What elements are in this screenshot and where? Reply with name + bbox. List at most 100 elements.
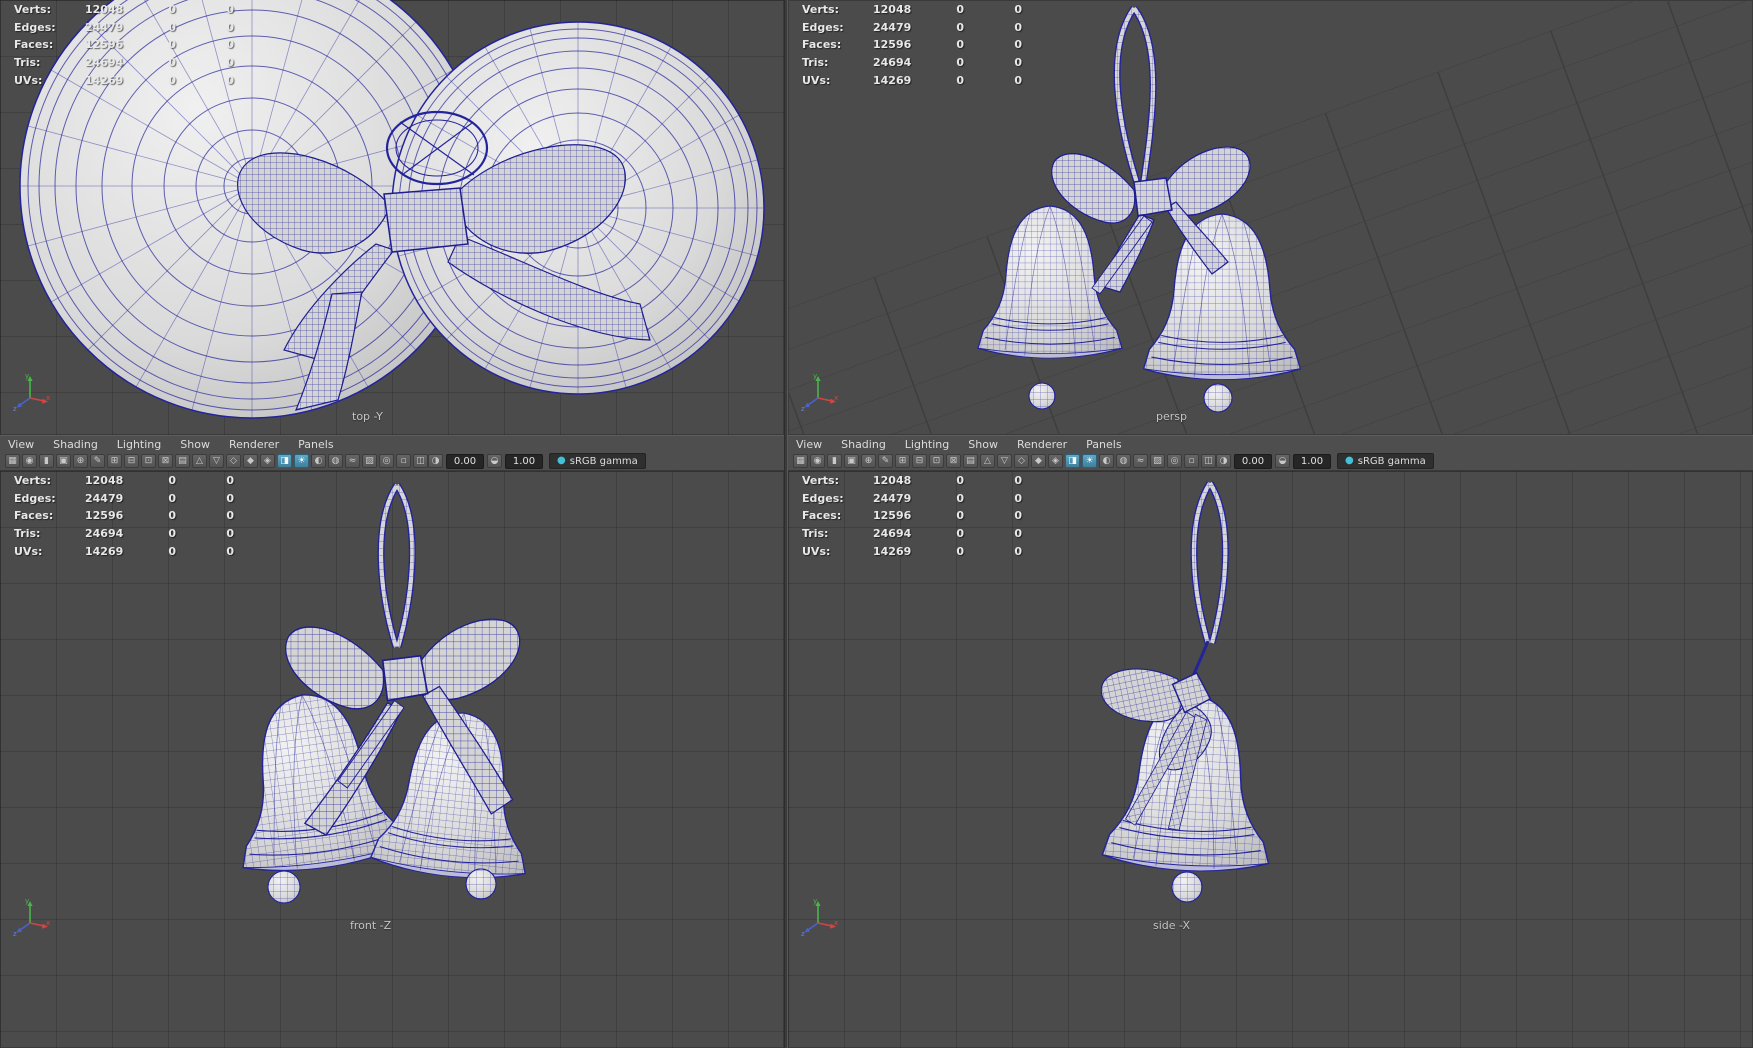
shaded-display-icon[interactable]: ◆ [1031,454,1046,468]
viewport-side-ortho[interactable]: Verts: 12048 0 0 Edges: 24479 0 0 Faces:… [788,471,1753,1048]
gate-mask-icon[interactable]: ⊠ [946,454,961,468]
hud-row: Edges: 24479 0 0 [802,19,1052,37]
hud-row: Faces: 12596 0 0 [802,36,1052,54]
film-gate-icon[interactable]: ⊟ [912,454,927,468]
hud-label: Edges: [14,491,56,505]
hanger-cord [1113,5,1157,194]
anti-aliasing-icon[interactable]: ▨ [362,454,377,468]
two-d-pan-zoom-icon[interactable]: ⊕ [861,454,876,468]
field-chart-icon[interactable]: ▤ [963,454,978,468]
panel-menu-bar: View Shading Lighting Show Renderer Panels [0,436,784,452]
poly-count-hud: Verts: 12048 0 0 Edges: 24479 0 0 Faces:… [14,472,264,560]
grease-pencil-icon[interactable]: ✎ [878,454,893,468]
axis-z-label: z [801,405,805,412]
panel-menu-item[interactable]: Panels [1086,438,1121,451]
exposure-field[interactable]: 0.00 [1234,453,1272,469]
image-plane-icon[interactable]: ▣ [56,454,71,468]
panel-menu-item[interactable]: Panels [298,438,333,451]
two-d-pan-zoom-icon[interactable]: ⊕ [73,454,88,468]
camera-bookmark-icon[interactable]: ▮ [39,454,54,468]
wireframe-on-shaded-icon[interactable]: ◈ [260,454,275,468]
shadows-icon[interactable]: ◐ [311,454,326,468]
panel-menu-item[interactable]: Show [180,438,210,451]
viewport-persp[interactable]: Verts: 12048 0 0 Edges: 24479 0 0 Faces:… [788,0,1753,435]
select-highlight-icon[interactable]: ▦ [5,454,20,468]
viewport-top-ortho[interactable]: Verts: 12048 0 0 Edges: 24479 0 0 Faces:… [0,0,784,435]
wireframe-on-shaded-icon[interactable]: ◈ [1048,454,1063,468]
panel-menu-item[interactable]: Shading [53,438,98,451]
hud-col2: 0 [168,527,176,541]
lock-camera-icon[interactable]: ◉ [22,454,37,468]
image-plane-icon[interactable]: ▣ [844,454,859,468]
color-management-icon: ● [1345,455,1354,466]
gamma-icon[interactable]: ◒ [487,454,502,468]
motion-blur-icon[interactable]: ≈ [1133,454,1148,468]
select-highlight-icon[interactable]: ▦ [793,454,808,468]
view-transform-select[interactable]: ● sRGB gamma [549,453,646,469]
x-ray-icon[interactable]: ◫ [1201,454,1216,468]
hud-label: UVs: [802,544,831,558]
gamma-icon[interactable]: ◒ [1275,454,1290,468]
shaded-display-icon[interactable]: ◆ [243,454,258,468]
isolate-select-icon[interactable]: ▫ [1184,454,1199,468]
hud-value: 24479 [873,20,912,34]
axis-y-label: y [25,897,29,905]
panel-menu-item[interactable]: Renderer [1017,438,1067,451]
panel-menu-item[interactable]: View [8,438,34,451]
screen-space-ao-icon[interactable]: ◍ [328,454,343,468]
panel-menu-item[interactable]: View [796,438,822,451]
panel-menu-item[interactable]: Lighting [905,438,949,451]
gamma-field[interactable]: 1.00 [1293,453,1331,469]
anti-aliasing-icon[interactable]: ▨ [1150,454,1165,468]
gate-mask-icon[interactable]: ⊠ [158,454,173,468]
screen-space-ao-icon[interactable]: ◍ [1116,454,1131,468]
hud-label: Faces: [802,509,842,523]
axis-x-label: x [834,394,838,402]
wireframe-display-icon[interactable]: ◇ [1014,454,1029,468]
use-all-lights-icon[interactable]: ☀ [294,454,309,468]
hud-col3: 0 [226,73,234,87]
textured-display-icon[interactable]: ◨ [277,454,292,468]
depth-of-field-icon[interactable]: ◎ [1167,454,1182,468]
shadows-icon[interactable]: ◐ [1099,454,1114,468]
film-gate-icon[interactable]: ⊟ [124,454,139,468]
view-transform-label: sRGB gamma [569,455,638,467]
view-transform-select[interactable]: ● sRGB gamma [1337,453,1434,469]
x-ray-icon[interactable]: ◫ [413,454,428,468]
exposure-icon[interactable]: ◑ [428,454,443,468]
viewport-divider[interactable] [784,0,788,1048]
grid-toggle-icon[interactable]: ⊞ [107,454,122,468]
field-chart-icon[interactable]: ▤ [175,454,190,468]
panel-menu-item[interactable]: Renderer [229,438,279,451]
exposure-icon[interactable]: ◑ [1216,454,1231,468]
hud-col2: 0 [956,20,964,34]
viewport-front-ortho[interactable]: Verts: 12048 0 0 Edges: 24479 0 0 Faces:… [0,471,784,1048]
motion-blur-icon[interactable]: ≈ [345,454,360,468]
gamma-field[interactable]: 1.00 [505,453,543,469]
lock-camera-icon[interactable]: ◉ [810,454,825,468]
wireframe-display-icon[interactable]: ◇ [226,454,241,468]
depth-of-field-icon[interactable]: ◎ [379,454,394,468]
grid-toggle-icon[interactable]: ⊞ [895,454,910,468]
hud-col3: 0 [1014,491,1022,505]
safe-action-icon[interactable]: △ [980,454,995,468]
hud-col2: 0 [956,56,964,70]
resolution-gate-icon[interactable]: ⊡ [929,454,944,468]
panel-menu-item[interactable]: Shading [841,438,886,451]
exposure-field[interactable]: 0.00 [446,453,484,469]
hud-col3: 0 [1014,474,1022,487]
textured-display-icon[interactable]: ◨ [1065,454,1080,468]
hud-col2: 0 [956,474,964,487]
camera-bookmark-icon[interactable]: ▮ [827,454,842,468]
safe-title-icon[interactable]: ▽ [997,454,1012,468]
hud-label: Verts: [14,474,52,487]
resolution-gate-icon[interactable]: ⊡ [141,454,156,468]
safe-title-icon[interactable]: ▽ [209,454,224,468]
hud-col2: 0 [168,509,176,523]
safe-action-icon[interactable]: △ [192,454,207,468]
isolate-select-icon[interactable]: ▫ [396,454,411,468]
panel-menu-item[interactable]: Lighting [117,438,161,451]
panel-menu-item[interactable]: Show [968,438,998,451]
grease-pencil-icon[interactable]: ✎ [90,454,105,468]
use-all-lights-icon[interactable]: ☀ [1082,454,1097,468]
